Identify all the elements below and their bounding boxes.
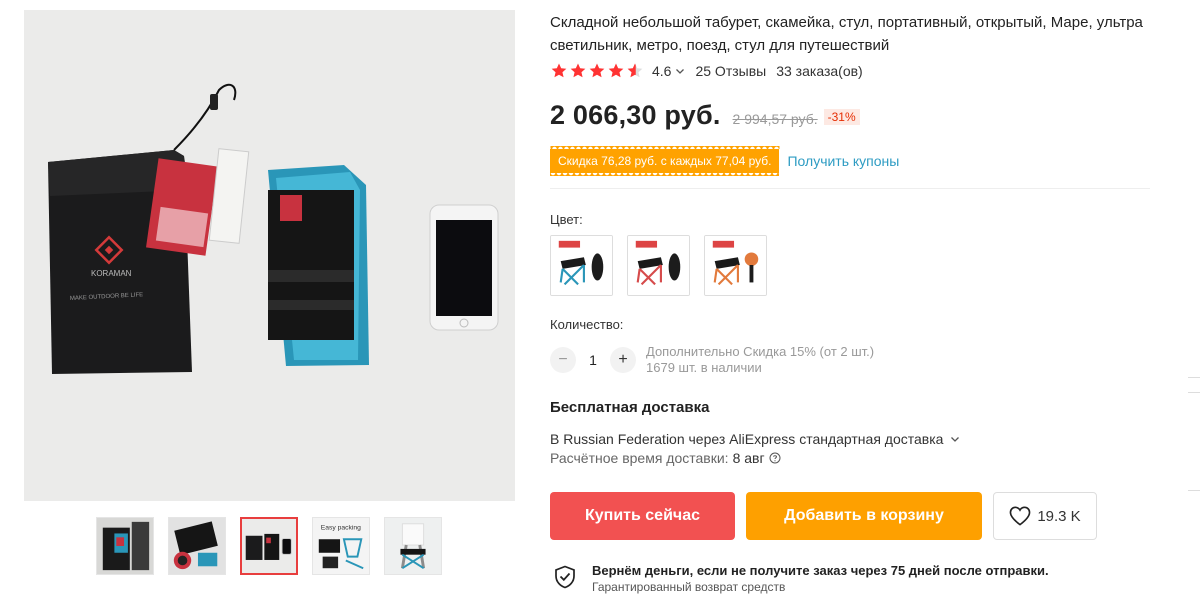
- guarantee-subtitle: Гарантированный возврат средств: [592, 580, 786, 594]
- color-swatches: [550, 235, 767, 296]
- thumbnail-easy-packing[interactable]: Easy packing: [312, 517, 370, 575]
- star-icon: [570, 63, 586, 78]
- shipping-method[interactable]: В Russian Federation через AliExpress ст…: [550, 431, 943, 447]
- product-main-image[interactable]: KORAMAN MAKE OUTDOOR BE LIFE: [24, 10, 515, 501]
- edge-divider: [1188, 377, 1200, 378]
- get-coupons-link[interactable]: Получить купоны: [787, 153, 899, 169]
- shield-check-icon: [555, 565, 575, 589]
- buy-now-button[interactable]: Купить сейчас: [550, 492, 735, 540]
- edge-divider: [1188, 392, 1200, 393]
- thumbnail-strip: Easy packing: [96, 517, 442, 575]
- quantity-stepper: − 1 + Дополнительно Скидка 15% (от 2 шт.…: [550, 344, 874, 376]
- extra-discount-text: Дополнительно Скидка 15% (от 2 шт.): [646, 344, 875, 359]
- quantity-increase-button[interactable]: +: [610, 347, 636, 373]
- star-icon: [608, 63, 624, 78]
- orders-count: 33 заказа(ов): [776, 63, 863, 79]
- current-price: 2 066,30 руб.: [550, 100, 721, 130]
- guarantee-title: Вернём деньги, если не получите заказ че…: [592, 563, 1049, 578]
- thumbnail-stool-in-use[interactable]: [384, 517, 442, 575]
- quantity-info: Дополнительно Скидка 15% (от 2 шт.) 1679…: [646, 344, 874, 376]
- star-icon: [589, 63, 605, 78]
- shipping-title: Бесплатная доставка: [550, 399, 710, 416]
- quantity-value[interactable]: 1: [576, 352, 610, 368]
- eta-label: Расчётное время доставки:: [550, 450, 729, 466]
- stock-text: 1679 шт. в наличии: [646, 360, 762, 375]
- thumbnail-folded-stool[interactable]: [168, 517, 226, 575]
- eta-date: 8 авг: [732, 450, 765, 466]
- quantity-label: Количество:: [550, 317, 624, 332]
- bag-brand-text: KORAMAN: [91, 269, 132, 278]
- buyer-protection: Вернём деньги, если не получите заказ че…: [554, 562, 1049, 595]
- wishlist-count: 19.3 K: [1037, 507, 1081, 525]
- delivery-estimate: Расчётное время доставки: 8 авг: [550, 450, 781, 466]
- product-title: Складной небольшой табурет, скамейка, ст…: [550, 14, 1143, 54]
- easy-packing-text: Easy packing: [321, 525, 361, 532]
- rating-row: 4.6 25 Отзывы 33 заказа(ов): [550, 62, 863, 80]
- color-option-blue[interactable]: [550, 235, 613, 296]
- help-icon[interactable]: [769, 452, 781, 464]
- shipping-method-selector[interactable]: В Russian Federation через AliExpress ст…: [550, 431, 960, 447]
- reviews-count-link[interactable]: 25 Отзывы: [695, 63, 766, 79]
- divider: [550, 188, 1150, 189]
- chevron-down-icon[interactable]: [675, 66, 685, 76]
- coupon-row: Скидка 76,28 руб. с каждых 77,04 руб. По…: [550, 149, 899, 176]
- star-half-icon: [627, 63, 643, 78]
- color-option-red[interactable]: [627, 235, 690, 296]
- star-rating: [550, 62, 644, 80]
- rating-value[interactable]: 4.6: [652, 63, 671, 79]
- add-to-cart-button[interactable]: Добавить в корзину: [746, 492, 982, 540]
- wishlist-button[interactable]: 19.3 K: [993, 492, 1097, 540]
- color-label: Цвет:: [550, 212, 583, 227]
- price-row: 2 066,30 руб. 2 994,57 руб. -31%: [550, 100, 860, 131]
- quantity-decrease-button[interactable]: −: [550, 347, 576, 373]
- discount-badge: -31%: [823, 109, 860, 125]
- color-option-orange[interactable]: [704, 235, 767, 296]
- star-icon: [551, 63, 567, 78]
- chevron-down-icon[interactable]: [950, 434, 960, 444]
- heart-icon: [1009, 506, 1031, 526]
- old-price: 2 994,57 руб.: [732, 111, 818, 127]
- thumbnail-stool-in-bag[interactable]: [96, 517, 154, 575]
- coupon-badge: Скидка 76,28 руб. с каждых 77,04 руб.: [550, 149, 780, 176]
- edge-divider: [1188, 490, 1200, 491]
- thumbnail-stool-with-phone[interactable]: [240, 517, 298, 575]
